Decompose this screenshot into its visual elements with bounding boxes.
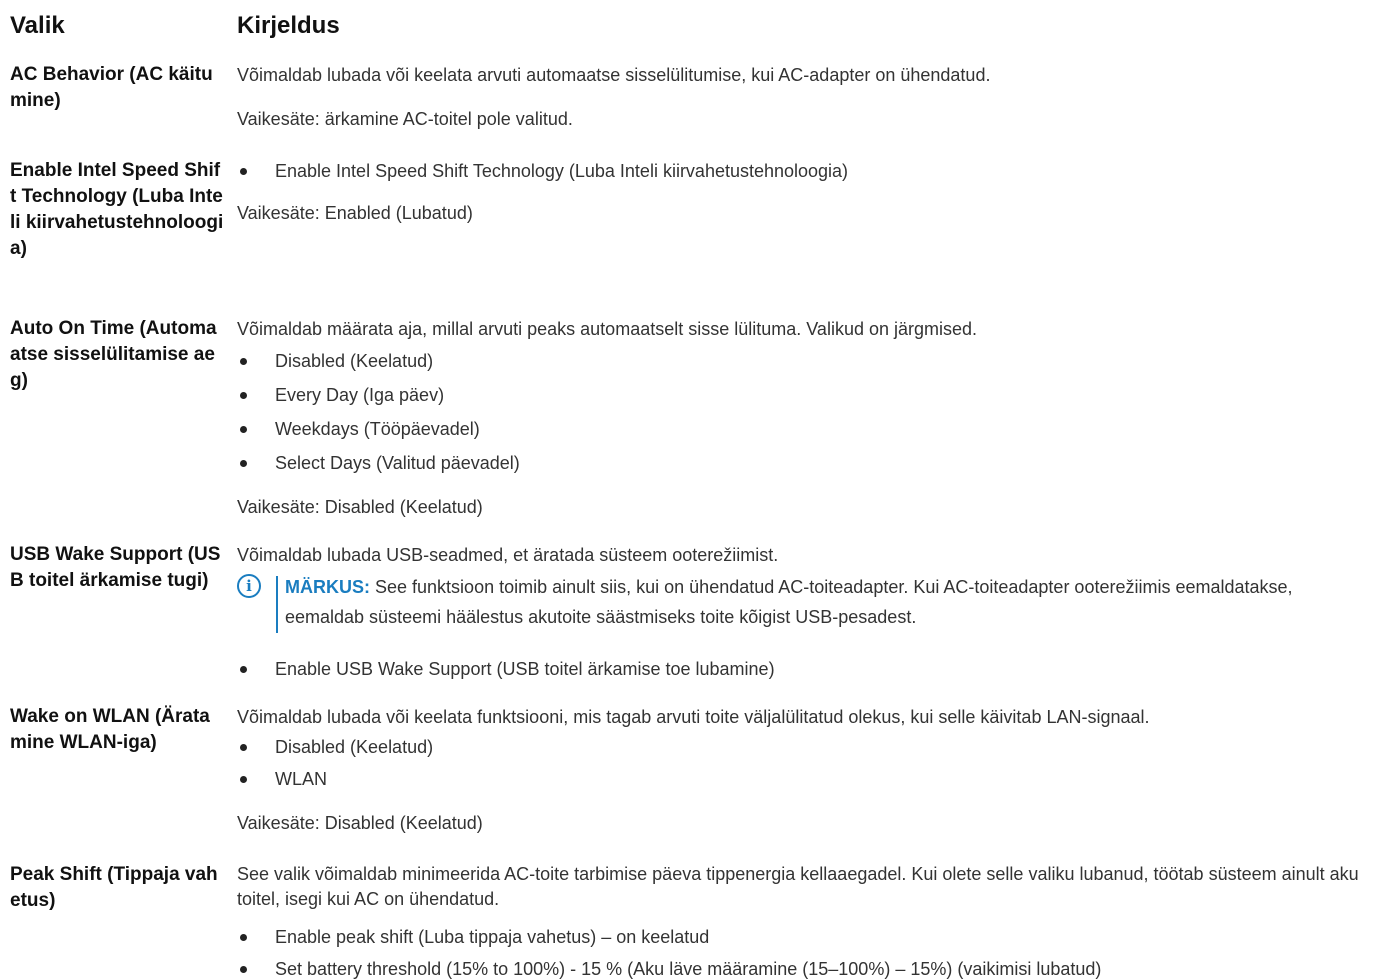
default-value: Vaikesäte: ärkamine AC-toitel pole valit… — [237, 109, 573, 129]
table-row-speed-shift: Enable Intel Speed Shift Technology (Lub… — [10, 158, 1380, 298]
option-name: Wake on WLAN (Äratamine WLAN-iga) — [10, 706, 210, 753]
description-text: Võimaldab lubada või keelata arvuti auto… — [237, 65, 991, 85]
table-row-ac-behavior: AC Behavior (AC käitumine) Võimaldab lub… — [10, 62, 1380, 142]
bullet-icon — [240, 666, 247, 673]
description-text: See valik võimaldab minimeerida AC-toite… — [237, 864, 1359, 909]
option-name: Peak Shift (Tippaja vahetus) — [10, 864, 218, 911]
table-row-usb-wake: USB Wake Support (USB toitel ärkamise tu… — [10, 542, 1380, 692]
note-text: MÄRKUS: See funktsioon toimib ainult sii… — [285, 572, 1375, 632]
default-value: Vaikesäte: Enabled (Lubatud) — [237, 203, 473, 223]
table-row-wake-on-wlan: Wake on WLAN (Äratamine WLAN-iga) Võimal… — [10, 706, 1150, 833]
table-header: Valik Kirjeldus — [10, 0, 1380, 52]
default-value: Vaikesäte: Disabled (Keelatud) — [237, 497, 483, 517]
bullet-icon — [240, 744, 247, 751]
note-body: See funktsioon toimib ainult siis, kui o… — [285, 577, 1293, 627]
bullet-icon — [240, 934, 247, 941]
note-label: MÄRKUS: — [285, 577, 370, 597]
bullet-icon — [240, 966, 247, 973]
bullet-icon — [240, 392, 247, 399]
bullet-icon — [240, 168, 247, 175]
header-option: Valik — [10, 12, 65, 39]
header-description: Kirjeldus — [237, 12, 340, 39]
option-name: Enable Intel Speed Shift Technology (Lub… — [10, 160, 224, 259]
bullet-icon — [240, 358, 247, 365]
table-row-auto-on-time: Auto On Time (Automaatse sisselülitamise… — [10, 318, 978, 517]
option-name: Auto On Time (Automaatse sisselülitamise… — [10, 318, 217, 391]
option-name: AC Behavior (AC käitumine) — [10, 64, 213, 111]
settings-table: Valik Kirjeldus AC Behavior (AC käitumin… — [10, 0, 1380, 979]
table-row-peak-shift: Peak Shift (Tippaja vahetus) See valik v… — [10, 862, 1380, 979]
description-text: Võimaldab lubada või keelata funktsiooni… — [237, 707, 1150, 727]
bullet-icon — [240, 776, 247, 783]
info-icon: i — [237, 574, 261, 598]
description-text: Võimaldab lubada USB-seadmed, et äratada… — [237, 545, 779, 565]
bullet-icon — [240, 426, 247, 433]
note-divider — [276, 576, 278, 633]
description-text: Võimaldab määrata aja, millal arvuti pea… — [237, 319, 978, 339]
bullet-icon — [240, 460, 247, 467]
default-value: Vaikesäte: Disabled (Keelatud) — [237, 813, 483, 833]
option-name: USB Wake Support (USB toitel ärkamise tu… — [10, 544, 221, 591]
